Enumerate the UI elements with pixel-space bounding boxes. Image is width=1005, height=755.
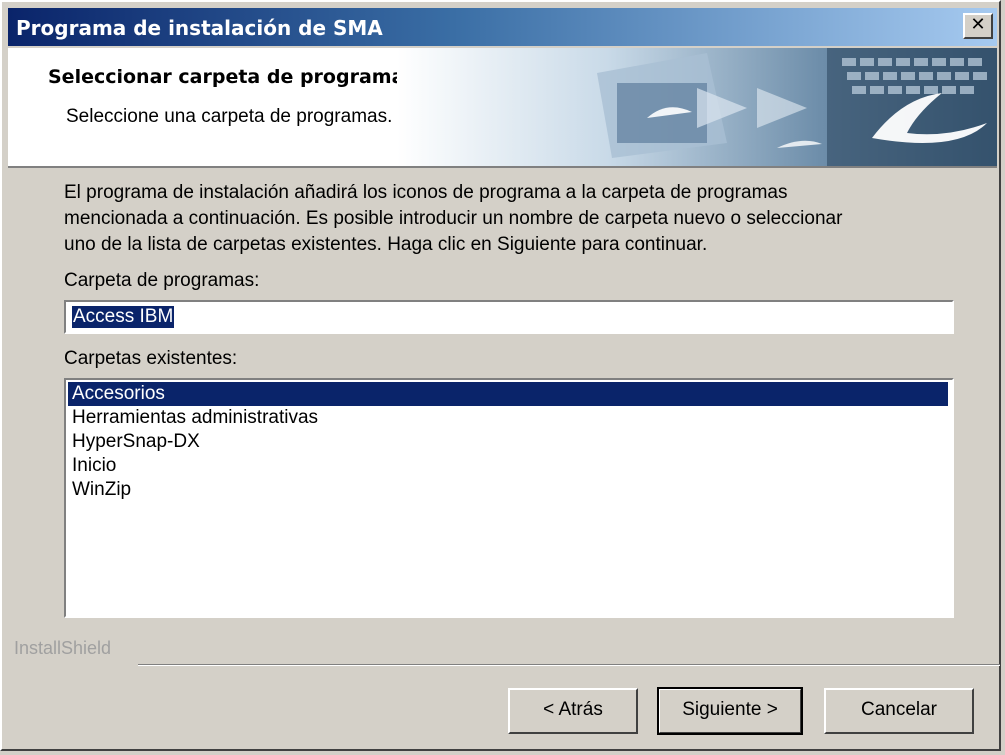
existing-folders-list[interactable]: Accesorios Herramientas administrativas … bbox=[64, 378, 954, 618]
description-line-3: uno de la lista de carpetas existentes. … bbox=[64, 234, 708, 255]
wizard-header: Seleccionar carpeta de programas Selecci… bbox=[8, 48, 997, 168]
existing-folders-label: Carpetas existentes: bbox=[64, 348, 238, 369]
program-folder-value: Access IBM bbox=[72, 306, 175, 328]
close-button[interactable]: ✕ bbox=[963, 13, 993, 39]
list-item[interactable]: Herramientas administrativas bbox=[68, 406, 948, 430]
list-item[interactable]: Accesorios bbox=[68, 382, 948, 406]
footer-divider bbox=[138, 664, 1000, 666]
page-subtitle: Seleccione una carpeta de programas. bbox=[66, 106, 393, 127]
cancel-button[interactable]: Cancelar bbox=[824, 688, 974, 734]
close-icon: ✕ bbox=[970, 14, 986, 35]
description-line-1: El programa de instalación añadirá los i… bbox=[64, 182, 788, 203]
next-button[interactable]: Siguiente > bbox=[657, 687, 803, 735]
program-folder-input[interactable]: Access IBM bbox=[64, 300, 954, 334]
list-item[interactable]: Inicio bbox=[68, 454, 948, 478]
list-item[interactable]: HyperSnap-DX bbox=[68, 430, 948, 454]
page-title: Seleccionar carpeta de programas bbox=[48, 66, 416, 88]
window-title: Programa de instalación de SMA bbox=[16, 16, 383, 40]
installshield-brand: InstallShield bbox=[14, 638, 112, 658]
title-bar[interactable]: Programa de instalación de SMA ✕ bbox=[8, 8, 997, 46]
banner-image bbox=[397, 48, 997, 166]
program-folder-label: Carpeta de programas: bbox=[64, 270, 260, 291]
installer-window: Programa de instalación de SMA ✕ Selecci… bbox=[0, 0, 1001, 751]
list-item[interactable]: WinZip bbox=[68, 478, 948, 502]
back-button[interactable]: < Atrás bbox=[508, 688, 638, 734]
description-line-2: mencionada a continuación. Es posible in… bbox=[64, 208, 843, 229]
